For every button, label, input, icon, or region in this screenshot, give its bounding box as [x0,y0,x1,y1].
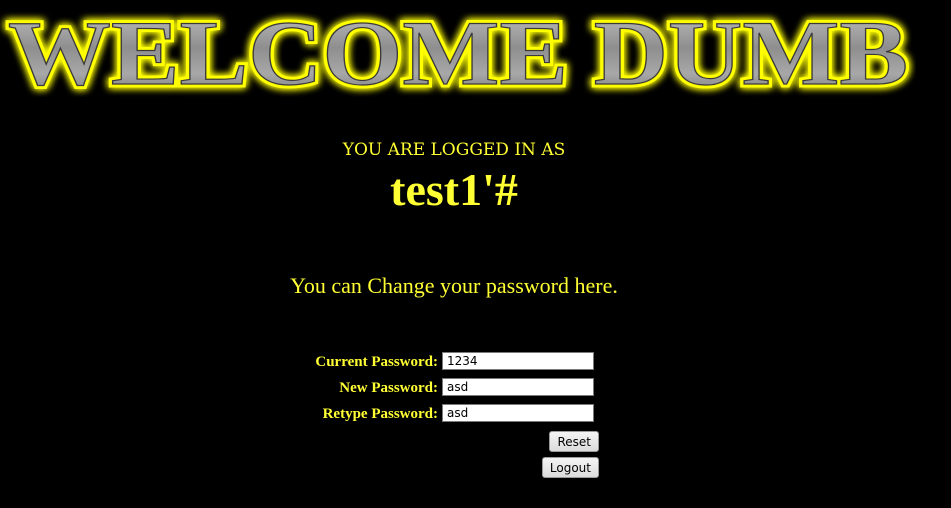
reset-row: Reset [300,428,605,454]
change-password-form: Current Password: New Password: Retype P… [300,350,605,480]
logout-button[interactable]: Logout [541,457,599,478]
logged-in-label: YOU ARE LOGGED IN AS [342,140,566,160]
current-password-input[interactable] [442,352,594,370]
username: test1'# [390,164,518,215]
reset-button[interactable]: Reset [549,431,599,452]
retype-password-input[interactable] [442,404,594,422]
welcome-banner: WELCOME DUMB WELCOME DUMB [0,4,916,97]
change-password-message: You can Change your password here. [290,273,618,298]
current-password-row: Current Password: [300,350,605,376]
new-password-label: New Password: [339,380,438,396]
new-password-row: New Password: [300,376,605,402]
new-password-input[interactable] [442,378,594,396]
banner-logo: WELCOME DUMB WELCOME DUMB [5,4,912,97]
logout-row: Logout [300,454,605,480]
retype-password-label: Retype Password: [322,406,438,422]
current-password-label: Current Password: [315,354,438,370]
retype-password-row: Retype Password: [300,402,605,428]
banner-text: WELCOME DUMB [8,4,908,97]
